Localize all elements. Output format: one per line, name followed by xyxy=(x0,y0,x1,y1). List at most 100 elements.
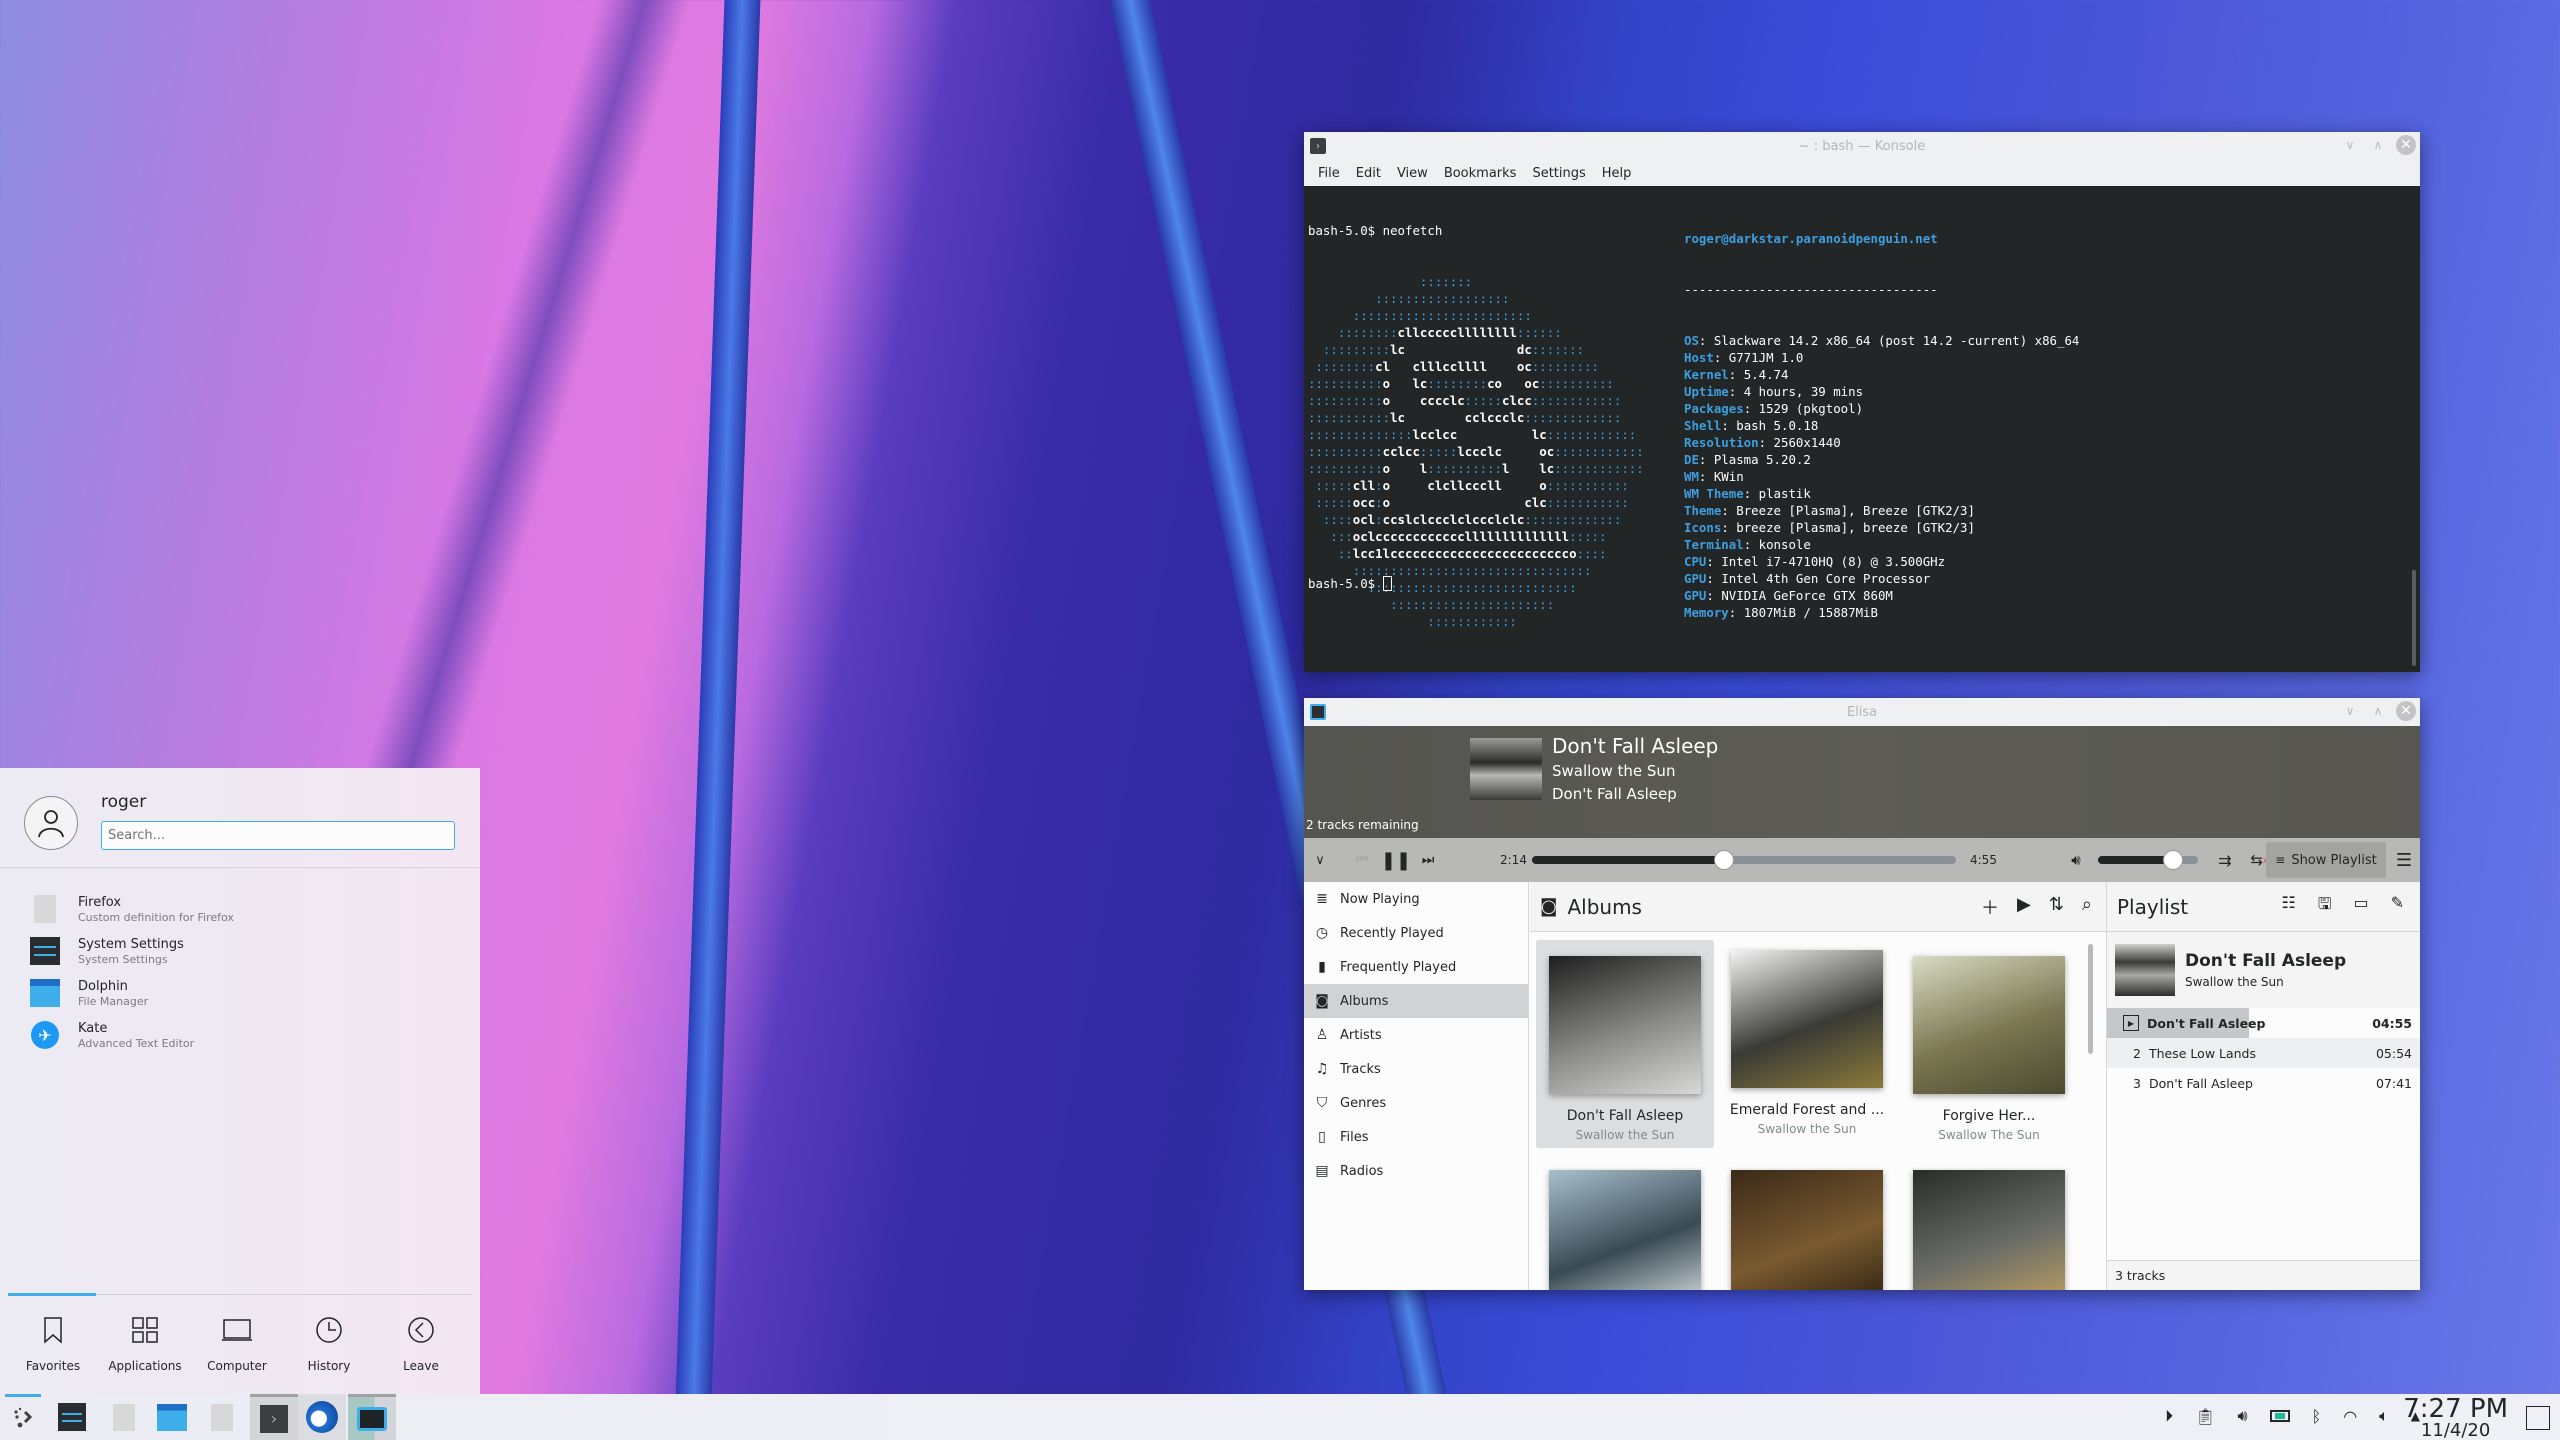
media-player-icon[interactable]: ⏵ xyxy=(2165,1406,2173,1426)
elisa-titlebar[interactable]: Elisa ∨ ∧ ✕ xyxy=(1304,698,2420,726)
maximize-button[interactable]: ∧ xyxy=(2368,701,2388,721)
tab-favorites[interactable]: Favorites xyxy=(8,1313,98,1373)
album-card[interactable]: Forgive Her... Swallow The Sun xyxy=(1900,940,2078,1148)
minimize-button[interactable]: ∨ xyxy=(2340,135,2360,155)
battery-icon[interactable] xyxy=(2269,1410,2290,1422)
search-icon[interactable]: ⌕ xyxy=(2082,894,2092,920)
menu-settings[interactable]: Settings xyxy=(1524,166,1593,181)
show-desktop-button[interactable] xyxy=(2526,1406,2550,1430)
sidebar-item-label: Artists xyxy=(1340,1027,1382,1043)
audio-volume-icon[interactable]: 🔊︎ xyxy=(2237,1406,2247,1426)
ascii-segment: lcclcc lc xyxy=(1412,427,1547,442)
taskbar-thunderbird[interactable] xyxy=(298,1394,346,1440)
taskbar-elisa[interactable] xyxy=(348,1394,396,1440)
taskbar-file[interactable] xyxy=(198,1394,246,1440)
taskbar-system-settings[interactable] xyxy=(48,1394,96,1440)
favorite-system-settings[interactable]: System Settings System Settings xyxy=(0,930,480,972)
show-playlist-button[interactable]: ≡ Show Playlist xyxy=(2266,842,2386,878)
ascii-segment: :::::: xyxy=(1516,325,1562,340)
progress-handle[interactable] xyxy=(1714,850,1735,870)
sidebar-item-now-playing[interactable]: ≣ Now Playing xyxy=(1304,882,1528,916)
ascii-segment: :::::::: xyxy=(1337,325,1398,340)
next-button[interactable]: ⏭ xyxy=(1416,852,1440,868)
favorite-description: Custom definition for Firefox xyxy=(78,910,234,924)
menu-bookmarks[interactable]: Bookmarks xyxy=(1436,166,1525,181)
save-icon[interactable]: 🖫︎ xyxy=(2318,893,2332,920)
albums-scrollbar[interactable] xyxy=(2088,944,2093,1054)
album-card[interactable]: Emerald Forest and ... Swallow the Sun xyxy=(1718,940,1896,1148)
sidebar-item-recently-played[interactable]: ◷ Recently Played xyxy=(1304,916,1528,950)
terminal-output[interactable]: bash-5.0$ neofetch ::::::: :::::::::::::… xyxy=(1304,186,2420,672)
tab-leave[interactable]: Leave xyxy=(376,1313,466,1373)
elisa-window[interactable]: Elisa ∨ ∧ ✕ Don't Fall Asleep Swallow th… xyxy=(1304,698,2420,1290)
maximize-button[interactable]: ∧ xyxy=(2368,135,2388,155)
ascii-segment xyxy=(1308,308,1353,323)
add-icon[interactable]: ＋ xyxy=(1981,894,1999,920)
avatar[interactable] xyxy=(24,796,78,850)
menu-edit[interactable]: Edit xyxy=(1348,166,1389,181)
konsole-titlebar[interactable]: › ~ : bash — Konsole ∨ ∧ ✕ xyxy=(1304,132,2420,160)
tab-history[interactable]: History xyxy=(284,1313,374,1373)
search-input[interactable] xyxy=(101,821,455,850)
menu-help[interactable]: Help xyxy=(1594,166,1640,181)
album-card[interactable] xyxy=(1900,1154,2078,1290)
ascii-segment xyxy=(1308,546,1338,561)
taskbar-dolphin[interactable] xyxy=(148,1394,196,1440)
taskbar-file[interactable] xyxy=(100,1394,148,1440)
sidebar-item-albums[interactable]: ◙ Albums xyxy=(1304,984,1528,1018)
sidebar-item-tracks[interactable]: ♫ Tracks xyxy=(1304,1052,1528,1086)
sidebar-item-frequently-played[interactable]: ▮ Frequently Played xyxy=(1304,950,1528,984)
shuffle-button[interactable]: ⇉ xyxy=(2214,851,2236,870)
playlist-track[interactable]: 3 Don't Fall Asleep 07:41 xyxy=(2107,1068,2420,1098)
close-button[interactable]: ✕ xyxy=(2396,135,2416,155)
favorite-kate[interactable]: ✈ Kate Advanced Text Editor xyxy=(0,1014,480,1056)
menu-view[interactable]: View xyxy=(1389,166,1436,181)
clipboard-icon[interactable]: 📋︎ xyxy=(2195,1407,2215,1426)
volume-handle[interactable] xyxy=(2163,850,2183,870)
playlist-track[interactable]: ▶ Don't Fall Asleep 04:55 xyxy=(2107,1008,2420,1038)
close-button[interactable]: ✕ xyxy=(2396,701,2416,721)
sidebar-item-files[interactable]: ▯ Files xyxy=(1304,1120,1528,1154)
volume-icon[interactable]: 🔊︎ xyxy=(2066,851,2086,869)
sidebar-item-radios[interactable]: ▤ Radios xyxy=(1304,1154,1528,1188)
favorite-firefox[interactable]: Firefox Custom definition for Firefox xyxy=(0,888,480,930)
tab-applications[interactable]: Applications xyxy=(100,1313,190,1373)
now-playing-title[interactable]: Don't Fall Asleep xyxy=(1552,734,1718,758)
album-card[interactable]: Don't Fall Asleep Swallow the Sun xyxy=(1536,940,1714,1148)
previous-button[interactable]: ⏮ xyxy=(1350,852,1374,868)
show-current-track-icon[interactable]: ☷ xyxy=(2281,893,2295,920)
sidebar-item-genres[interactable]: ⛉ Genres xyxy=(1304,1086,1528,1120)
volume-slider[interactable] xyxy=(2098,850,2198,870)
hamburger-menu-icon[interactable]: ☰ xyxy=(2394,850,2414,871)
load-icon[interactable]: ▭ xyxy=(2353,893,2368,920)
application-launcher-button[interactable] xyxy=(0,1394,48,1440)
wifi-icon[interactable]: ◠ xyxy=(2343,1407,2357,1426)
menu-file[interactable]: File xyxy=(1310,166,1348,181)
pause-button[interactable]: ❚❚ xyxy=(1381,850,1411,871)
favorite-dolphin[interactable]: Dolphin File Manager xyxy=(0,972,480,1014)
info-line: OS: Slackware 14.2 x86_64 (post 14.2 -cu… xyxy=(1684,332,2079,349)
taskbar-konsole[interactable]: › xyxy=(250,1394,298,1440)
collapse-button[interactable]: ∨ xyxy=(1310,853,1330,868)
progress-slider[interactable] xyxy=(1532,850,1956,870)
info-value: Plasma 5.20.2 xyxy=(1713,452,1811,467)
digital-clock[interactable]: 7:27 PM 11/4/20 xyxy=(2403,1396,2508,1440)
computer-icon xyxy=(192,1313,282,1347)
sort-icon[interactable]: ⇅ xyxy=(2049,894,2064,920)
album-card[interactable] xyxy=(1536,1154,1714,1290)
konsole-window[interactable]: › ~ : bash — Konsole ∨ ∧ ✕ File Edit Vie… xyxy=(1304,132,2420,672)
terminal-scrollbar[interactable] xyxy=(2412,570,2416,666)
tab-computer[interactable]: Computer xyxy=(192,1313,282,1373)
album-artist: Swallow the Sun xyxy=(1757,1122,1857,1136)
clear-playlist-icon[interactable]: ✎ xyxy=(2391,893,2404,920)
speaker-icon[interactable]: 🔈︎ xyxy=(2379,1406,2389,1426)
sidebar-item-artists[interactable]: ♙ Artists xyxy=(1304,1018,1528,1052)
album-card[interactable] xyxy=(1718,1154,1896,1290)
now-playing-album[interactable]: Don't Fall Asleep xyxy=(1552,785,1677,803)
minimize-button[interactable]: ∨ xyxy=(2340,701,2360,721)
playlist-track[interactable]: 2 These Low Lands 05:54 xyxy=(2107,1038,2420,1068)
ascii-segment: ::::::::::: xyxy=(1308,410,1391,425)
now-playing-artist[interactable]: Swallow the Sun xyxy=(1552,762,1675,780)
bluetooth-icon[interactable]: ᛒ xyxy=(2312,1407,2322,1426)
play-icon[interactable]: ▶ xyxy=(2017,894,2031,920)
